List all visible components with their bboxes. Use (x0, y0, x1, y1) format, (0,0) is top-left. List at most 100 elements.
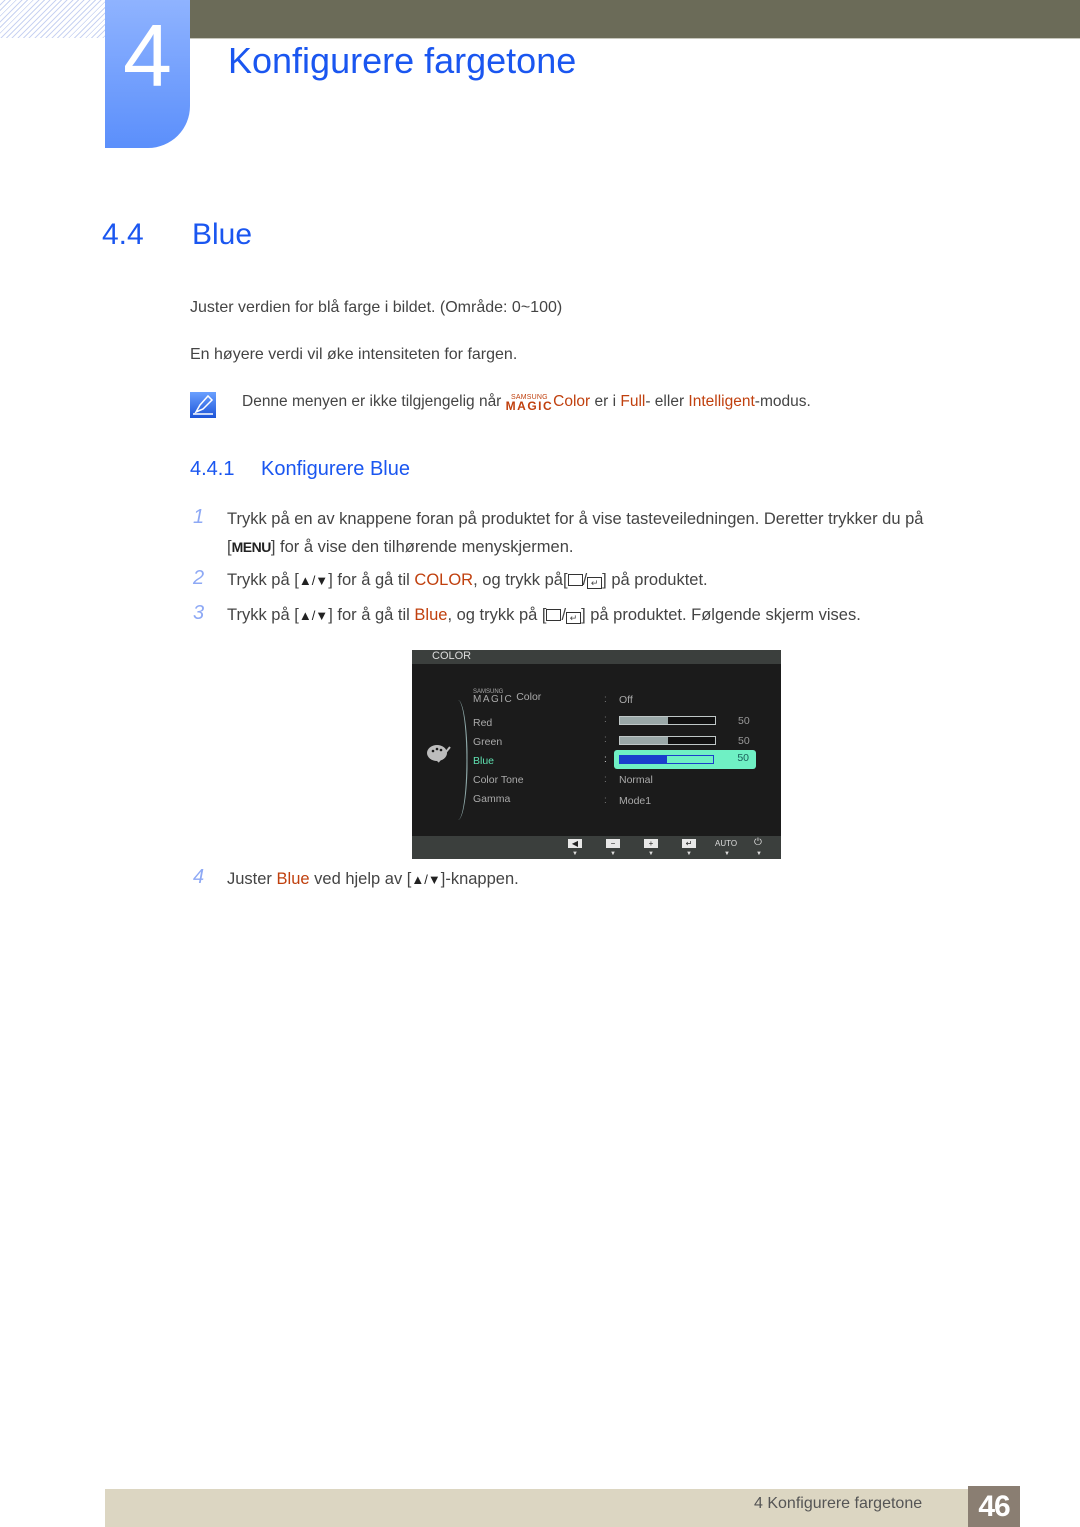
step-4-post: ]-knappen. (440, 870, 519, 888)
power-icon[interactable]: ⏻ (754, 837, 762, 848)
up-down-arrows-icon: ▲/▼ (298, 608, 329, 623)
note-suffix: -modus. (754, 393, 811, 410)
step-3-target: Blue (414, 606, 448, 624)
osd-item-green[interactable]: Green (473, 736, 502, 748)
step-3-mid: ] for å gå til (328, 606, 415, 624)
step-1-rest: for å vise den tilhørende menyskjermen. (275, 538, 574, 556)
section-number: 4.4 (102, 218, 144, 251)
step-4-text: Juster Blue ved hjelp av [▲/▼]-knappen. (227, 870, 519, 889)
down-pointer-icon: ▼ (686, 851, 692, 857)
step-3-mid2: , og trykk på [ (447, 606, 547, 624)
osd-colon: : (604, 754, 607, 765)
step-2-text: Trykk på [▲/▼] for å gå til COLOR, og tr… (227, 571, 708, 589)
chapter-number: 4 (123, 6, 172, 105)
step-2-post: ] på produktet. (602, 571, 708, 589)
up-down-arrows-icon: ▲/▼ (298, 573, 329, 588)
osd-bar-fill (620, 737, 668, 744)
note-mid2: - eller (645, 393, 689, 410)
up-down-arrows-icon: ▲/▼ (411, 872, 441, 887)
step-3-text: Trykk på [▲/▼] for å gå til Blue, og try… (227, 606, 861, 624)
osd-value: 50 (737, 752, 749, 764)
step-number: 2 (193, 567, 205, 589)
page-number: 46 (968, 1486, 1020, 1527)
step-4-target: Blue (276, 870, 310, 888)
down-pointer-icon: ▼ (610, 851, 616, 857)
down-pointer-icon: ▼ (756, 851, 762, 857)
step-number: 3 (193, 602, 205, 624)
osd-red-slider[interactable] (619, 716, 716, 725)
subsection-title: Konfigurere Blue (261, 458, 410, 480)
step-number: 4 (193, 866, 205, 888)
auto-button[interactable]: AUTO (715, 839, 737, 848)
step-2-mid: ] for å gå til (328, 571, 415, 589)
enter-icon[interactable]: ↵ (682, 839, 696, 848)
osd-colon: : (604, 774, 607, 785)
down-pointer-icon: ▼ (648, 851, 654, 857)
osd-header: COLOR (412, 650, 781, 664)
step-number: 1 (193, 506, 205, 528)
menu-key: MENU (231, 539, 272, 555)
step-2-target: COLOR (414, 571, 474, 589)
osd-colon: : (604, 694, 607, 705)
magic-bottom: MAGIC (505, 399, 554, 413)
osd-value: 50 (738, 735, 750, 747)
header-bar (190, 0, 1080, 39)
source-key-icon (567, 574, 583, 586)
osd-bar-fill (620, 756, 667, 763)
osd-colon: : (604, 714, 607, 725)
magic-color-logo: SAMSUNG MAGIC (505, 394, 554, 413)
osd-menu-screenshot: COLOR SAMSUNG MAGIC Color : Off Red : 50 … (412, 650, 781, 859)
minus-icon[interactable]: − (606, 839, 620, 848)
paragraph-range: Juster verdien for blå farge i bildet. (… (190, 299, 563, 316)
enter-key-icon: ↵ (566, 612, 582, 624)
osd-item-gamma[interactable]: Gamma (473, 793, 510, 805)
plus-icon[interactable]: + (644, 839, 658, 848)
osd-title: COLOR (432, 650, 472, 662)
osd-value: 50 (738, 715, 750, 727)
step-2-pre: Trykk på [ (227, 571, 299, 589)
step-4-pre: Juster (227, 870, 277, 888)
note-intelligent: Intelligent (688, 393, 755, 410)
osd-item-color-tone[interactable]: Color Tone (473, 774, 524, 786)
note-pen-icon (190, 392, 216, 418)
osd-green-slider[interactable] (619, 736, 716, 745)
note-color-word: Color (553, 393, 591, 410)
osd-colon: : (604, 795, 607, 806)
osd-item-magic-color[interactable]: SAMSUNG MAGIC Color (473, 689, 542, 705)
chapter-tab: 4 (105, 0, 190, 148)
osd-value: Mode1 (619, 795, 652, 807)
osd-value: Normal (619, 774, 653, 786)
osd-blue-selected-row[interactable]: 50 (614, 750, 756, 769)
osd-value: Off (619, 694, 633, 706)
subsection-number: 4.4.1 (190, 458, 235, 480)
step-3-post: ] på produktet. Følgende skjerm vises. (581, 606, 861, 624)
step-3-pre: Trykk på [ (227, 606, 299, 624)
down-pointer-icon: ▼ (572, 851, 578, 857)
header-hatch-decoration (0, 0, 105, 38)
note-mid: er i (590, 393, 621, 410)
osd-item-blue[interactable]: Blue (473, 755, 494, 767)
section-title: Blue (192, 218, 253, 251)
step-4-mid: ved hjelp av [ (309, 870, 412, 888)
osd-colon: : (604, 734, 607, 745)
footer-chapter-title: 4 Konfigurere fargetone (754, 1495, 923, 1512)
osd-button-bar: ◀ ▼ − ▼ + ▼ ↵ ▼ AUTO ▼ ⏻ ▼ (412, 836, 781, 859)
step-1-line-1: Trykk på en av knappene foran på produkt… (227, 510, 924, 528)
note-text: Denne menyen er ikke tilgjengelig når SA… (242, 393, 811, 413)
chapter-title: Konfigurere fargetone (228, 40, 577, 81)
osd-item-label: Color (516, 691, 542, 703)
left-arrow-icon[interactable]: ◀ (568, 839, 582, 848)
source-key-icon (546, 609, 562, 621)
down-pointer-icon: ▼ (724, 851, 730, 857)
osd-bar-fill (620, 717, 668, 724)
osd-item-red[interactable]: Red (473, 717, 492, 729)
step-2-mid2: , og trykk på[ (473, 571, 568, 589)
step-1-line-2: [MENU] for å vise den tilhørende menyskj… (227, 538, 574, 556)
osd-blue-slider[interactable] (619, 755, 714, 764)
paragraph-intensity: En høyere verdi vil øke intensiteten for… (190, 346, 518, 363)
enter-key-icon: ↵ (587, 577, 603, 589)
palette-icon (427, 745, 451, 763)
note-full: Full (620, 393, 646, 410)
note-prefix: Denne menyen er ikke tilgjengelig når (242, 393, 506, 410)
osd-magic-bottom: MAGIC (473, 694, 514, 705)
